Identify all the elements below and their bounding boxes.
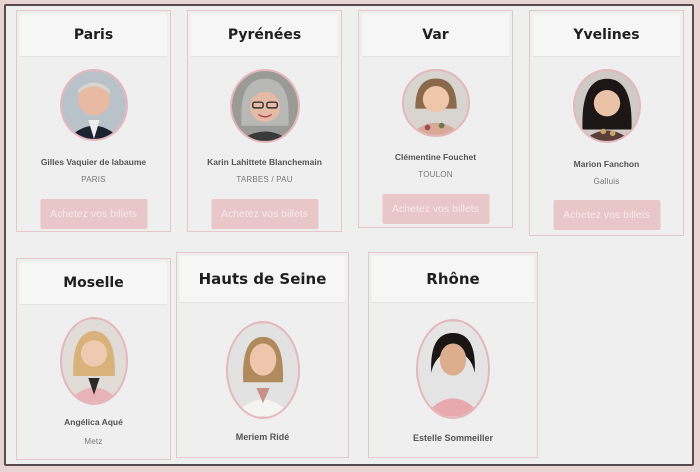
card-rhone: Rhône Estelle Sommeiller	[368, 252, 538, 458]
buy-tickets-button[interactable]: Achetez vos billets	[40, 199, 147, 229]
avatar	[229, 69, 300, 143]
card-header: Pyrénées	[191, 14, 338, 57]
card-header: Yvelines	[533, 14, 680, 57]
speaker-name: Gilles Vaquier de labaume	[40, 157, 147, 167]
card-header: Rhône	[372, 256, 534, 303]
avatar	[225, 321, 300, 419]
speaker-city: Galluis	[593, 177, 620, 186]
avatar	[59, 69, 128, 141]
card-title: Pyrénées	[227, 27, 302, 43]
speaker-city: PARIS	[81, 175, 106, 184]
speaker-name: Estelle Sommeiller	[412, 433, 494, 443]
card-title: Rhône	[426, 270, 480, 288]
card-title: Moselle	[63, 275, 124, 291]
person-photo-icon	[227, 323, 298, 417]
speaker-name: Clémentine Fouchet	[394, 152, 477, 162]
speaker-city: TOULON	[418, 170, 453, 179]
person-photo-icon	[418, 321, 488, 417]
card-title: Var	[422, 27, 449, 43]
card-pyrenees: Pyrénées Karin Lahittete Blanchemain TAR…	[187, 10, 342, 232]
buy-tickets-button[interactable]: Achetez vos billets	[553, 200, 660, 230]
card-hauts-de-seine: Hauts de Seine Meriem Ridé	[176, 252, 349, 458]
card-header: Paris	[20, 14, 167, 57]
person-photo-icon	[61, 319, 126, 403]
speaker-name: Meriem Ridé	[235, 432, 290, 442]
card-yvelines: Yvelines Marion Fanchon Galluis Achetez …	[529, 10, 684, 236]
speaker-name: Angélica Aqué	[64, 417, 123, 427]
avatar	[572, 69, 641, 143]
card-var: Var Clémentine Fouchet TOULON Achetez vo…	[358, 10, 513, 228]
avatar	[401, 69, 470, 137]
speakers-panel: Paris Gilles Vaquier de labaume PARIS Ac…	[4, 4, 694, 466]
person-photo-icon	[61, 71, 126, 139]
avatar	[59, 317, 128, 405]
buy-tickets-button[interactable]: Achetez vos billets	[382, 194, 489, 224]
card-header: Moselle	[20, 262, 167, 305]
person-photo-icon	[403, 71, 468, 135]
person-photo-icon	[231, 71, 298, 141]
avatar	[416, 319, 490, 419]
person-photo-icon	[574, 71, 639, 141]
card-title: Hauts de Seine	[198, 270, 327, 288]
speaker-name: Karin Lahittete Blanchemain	[207, 157, 322, 167]
speaker-name: Marion Fanchon	[573, 159, 640, 169]
card-title: Paris	[73, 27, 114, 43]
card-header: Hauts de Seine	[180, 256, 345, 303]
buy-tickets-button[interactable]: Achetez vos billets	[211, 199, 318, 229]
speaker-city: TARBES / PAU	[236, 175, 293, 184]
card-paris: Paris Gilles Vaquier de labaume PARIS Ac…	[16, 10, 171, 232]
speaker-city: Metz	[84, 437, 103, 446]
card-header: Var	[362, 14, 509, 57]
card-title: Yvelines	[573, 27, 640, 43]
card-moselle: Moselle Angélica Aqué Metz	[16, 258, 171, 460]
